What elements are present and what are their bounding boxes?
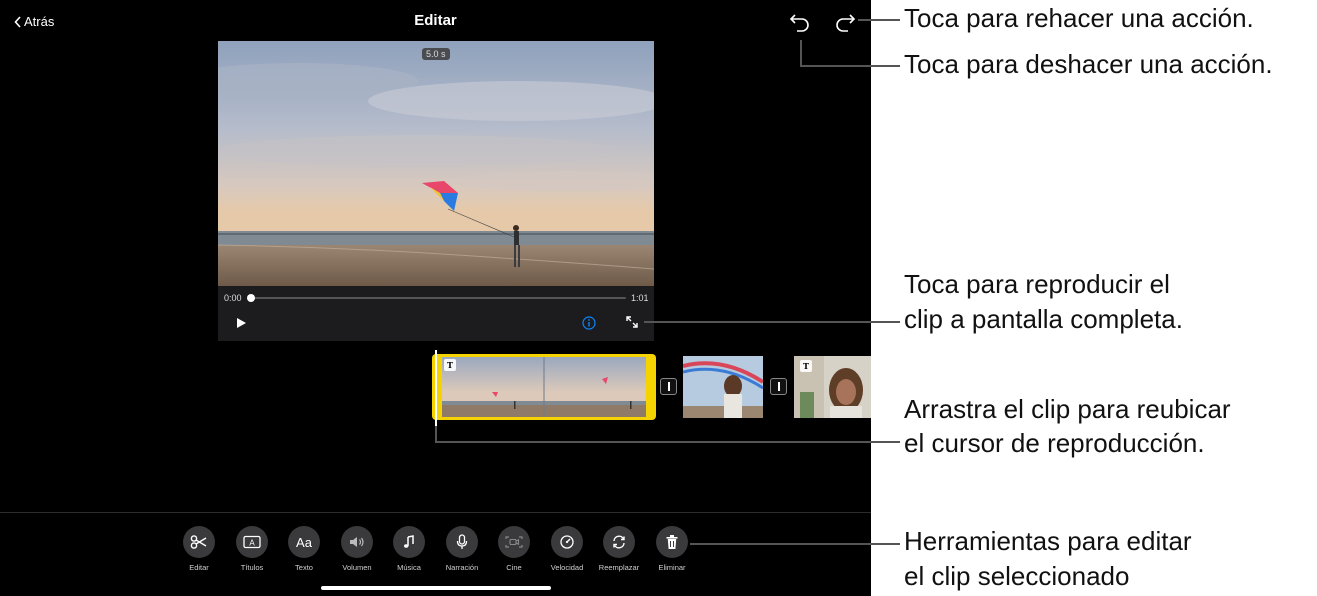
tool-label: Velocidad xyxy=(550,563,584,572)
tool-label: Reemplazar xyxy=(598,563,640,572)
tool-label: Eliminar xyxy=(658,563,686,572)
toolbar-divider xyxy=(0,512,871,513)
fullscreen-button[interactable] xyxy=(625,315,639,329)
video-viewer: 5.0 s 0:00 1:01 xyxy=(218,41,654,341)
scissors-icon xyxy=(183,526,215,558)
playhead[interactable] xyxy=(435,350,437,426)
tool-label: Títulos xyxy=(240,563,264,572)
selected-clip-thumbnails: T xyxy=(442,357,646,417)
title-marker-icon-2: T xyxy=(800,360,812,372)
callout-redo: Toca para rehacer una acción. xyxy=(904,3,1254,33)
callout-undo: Toca para deshacer una acción. xyxy=(904,49,1273,79)
callout-tools-line1: Herramientas para editar xyxy=(904,526,1192,556)
speedometer-icon xyxy=(551,526,583,558)
svg-text:A: A xyxy=(249,539,255,548)
text-icon: Aa xyxy=(288,526,320,558)
play-button[interactable] xyxy=(235,317,247,329)
page-title: Editar xyxy=(414,12,457,29)
tool-label: Texto xyxy=(295,563,313,572)
total-time: 1:01 xyxy=(631,293,649,303)
tool-edit[interactable]: Editar xyxy=(171,526,227,572)
callout-line-redo xyxy=(858,19,900,21)
tool-label: Música xyxy=(397,563,421,572)
callout-fullscreen-line1: Toca para reproducir el xyxy=(904,269,1170,299)
volume-icon xyxy=(341,526,373,558)
timeline[interactable]: T T xyxy=(432,354,871,420)
video-preview-image[interactable]: 5.0 s xyxy=(218,41,654,286)
callout-line-undo xyxy=(800,65,900,67)
tool-music[interactable]: Música xyxy=(381,526,437,572)
scrubber-knob[interactable] xyxy=(247,294,255,302)
info-button[interactable] xyxy=(582,316,596,330)
callout-line-fullscreen xyxy=(644,321,900,323)
tool-titles[interactable]: A Títulos xyxy=(224,526,280,572)
scrubber-track[interactable] xyxy=(250,297,626,299)
tool-label: Narración xyxy=(445,563,479,572)
tool-volume[interactable]: Volumen xyxy=(329,526,385,572)
selected-clip[interactable]: T xyxy=(432,354,656,420)
tool-replace[interactable]: Reemplazar xyxy=(591,526,647,572)
clip-duration-badge: 5.0 s xyxy=(422,48,450,60)
callout-line-undo-vertical xyxy=(800,40,802,66)
tool-label: Volumen xyxy=(342,563,372,572)
undo-button[interactable] xyxy=(789,11,811,33)
title-marker-icon: T xyxy=(444,359,456,371)
tool-speed[interactable]: Velocidad xyxy=(539,526,595,572)
imovie-edit-screen: Atrás Editar 5.0 s 0:00 1:01 T T Editar … xyxy=(0,0,871,596)
callout-line-playhead-vertical xyxy=(435,426,437,442)
titles-icon: A xyxy=(236,526,268,558)
redo-button[interactable] xyxy=(834,11,856,33)
callout-playhead-line2: el cursor de reproducción. xyxy=(904,428,1205,458)
trash-icon xyxy=(656,526,688,558)
tool-narration[interactable]: Narración xyxy=(434,526,490,572)
timeline-clip-2[interactable] xyxy=(683,356,763,418)
tool-delete[interactable]: Eliminar xyxy=(644,526,700,572)
transition-button[interactable] xyxy=(660,378,677,395)
callout-playhead-line1: Arrastra el clip para reubicar xyxy=(904,394,1231,424)
tool-label: Cine xyxy=(506,563,522,572)
microphone-icon xyxy=(446,526,478,558)
callout-fullscreen-line2: clip a pantalla completa. xyxy=(904,304,1183,334)
current-time: 0:00 xyxy=(224,293,242,303)
callout-tools-line2: el clip seleccionado xyxy=(904,561,1130,591)
callout-line-tools xyxy=(690,543,900,545)
figure: Atrás Editar 5.0 s 0:00 1:01 T T Editar … xyxy=(0,0,1317,596)
callout-line-playhead xyxy=(435,441,900,443)
tool-cinematic[interactable]: Cine xyxy=(486,526,542,572)
tool-text[interactable]: Aa Texto xyxy=(276,526,332,572)
replace-icon xyxy=(603,526,635,558)
timeline-clip-3[interactable]: T xyxy=(794,356,871,418)
cinematic-icon xyxy=(498,526,530,558)
transition-button-2[interactable] xyxy=(770,378,787,395)
music-note-icon xyxy=(393,526,425,558)
home-indicator xyxy=(321,586,551,590)
tool-label: Editar xyxy=(189,563,209,572)
